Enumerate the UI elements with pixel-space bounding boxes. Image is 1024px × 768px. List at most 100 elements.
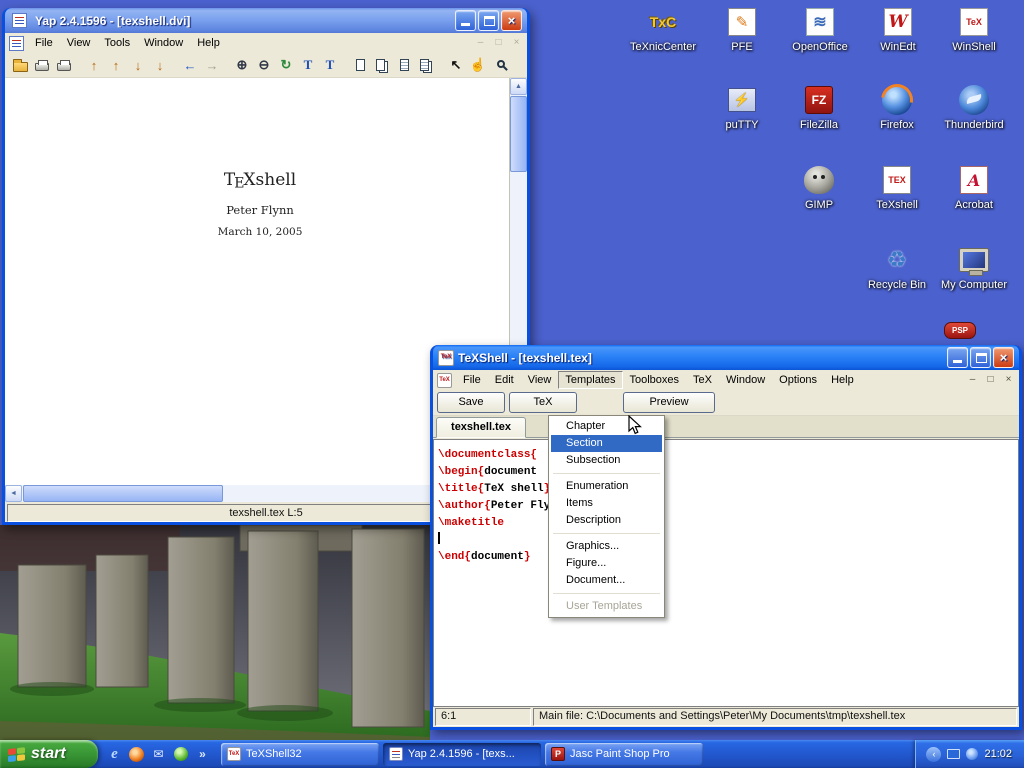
texshell-menu-view[interactable]: View [521,371,559,389]
start-button[interactable]: start [0,740,98,768]
menu-item-subsection[interactable]: Subsection [551,452,662,469]
tex-button[interactable]: TeX [509,392,577,413]
yap-mdi-close-button[interactable]: × [508,36,525,51]
yap-menu-help[interactable]: Help [190,34,227,52]
zoom-in-button[interactable]: ⊕ [231,55,253,76]
yap-titlebar[interactable]: Yap 2.4.1596 - [texshell.dvi] × [5,8,527,33]
texshell-menu-window[interactable]: Window [719,371,772,389]
scroll-left-button[interactable]: ◄ [5,485,22,502]
task-button-texshell[interactable]: TeXShell32 [221,743,379,766]
two-pages-button[interactable] [371,55,393,76]
desktop: TxC TeXnicCenter ✎ PFE ≋ OpenOffice W Wi… [0,0,1024,768]
menu-item-document[interactable]: Document... [551,572,662,589]
desktop-icon-winedt[interactable]: W WinEdt [859,6,937,53]
green-orb-icon[interactable] [172,746,189,763]
mail-icon[interactable]: ✉ [150,746,167,763]
menu-item-section[interactable]: Section [551,435,662,452]
tray-chevron-icon[interactable]: ‹ [926,747,941,762]
desktop-icon-my-computer[interactable]: My Computer [935,244,1013,291]
desktop-icon-pfe[interactable]: ✎ PFE [703,6,781,53]
texshell-menu-edit[interactable]: Edit [488,371,521,389]
winedt-glyph: W [888,12,907,32]
texshell-close-button[interactable]: × [993,347,1014,368]
open-button[interactable] [9,55,31,76]
menu-item-figure[interactable]: Figure... [551,555,662,572]
scroll-up-button[interactable]: ▲ [510,78,527,95]
network-tray-icon[interactable] [947,749,960,759]
find-text-button[interactable]: T [297,55,319,76]
texshell-menu-file[interactable]: File [456,371,488,389]
yap-mdi-minimize-button[interactable]: – [472,36,489,51]
texshell-menu-options[interactable]: Options [772,371,824,389]
single-page-button[interactable] [349,55,371,76]
desktop-icon-acrobat[interactable]: A Acrobat [935,164,1013,211]
yap-menu-window[interactable]: Window [137,34,190,52]
filezilla-glyph: FZ [812,93,827,107]
task-button-yap[interactable]: Yap 2.4.1596 - [texs... [383,743,541,766]
yap-minimize-button[interactable] [455,10,476,31]
texshell-menu-templates[interactable]: Templates [558,371,622,389]
menu-item-chapter[interactable]: Chapter [551,418,662,435]
last-page-button[interactable]: ↓ [149,55,171,76]
menu-item-enumeration[interactable]: Enumeration [551,478,662,495]
prev-page-button[interactable]: ↑ [105,55,127,76]
desktop-icon-winshell[interactable]: TeX WinShell [935,6,1013,53]
texshell-menu-toolboxes[interactable]: Toolboxes [623,371,687,389]
refresh-button[interactable]: ↻ [275,55,297,76]
desktop-icon-filezilla[interactable]: FZ FileZilla [780,84,858,131]
texshell-menu-tex[interactable]: TeX [686,371,719,389]
horizontal-scroll-thumb[interactable] [23,485,223,502]
preview-button[interactable]: Preview [623,392,715,413]
continuous-facing-button[interactable] [415,55,437,76]
yap-maximize-button[interactable] [478,10,499,31]
continuous-button[interactable] [393,55,415,76]
editor[interactable]: \documentclass{ \begin{document \title{T… [433,439,1019,707]
menu-item-items[interactable]: Items [551,495,662,512]
hand-tool-button[interactable]: ☝ [467,55,489,76]
tab-texshell-tex[interactable]: texshell.tex [436,417,526,438]
internet-explorer-icon[interactable]: e [106,746,123,763]
texshell-menu-help[interactable]: Help [824,371,861,389]
desktop-icon-gimp[interactable]: GIMP [780,164,858,211]
task-button-paint-shop-pro[interactable]: Jasc Paint Shop Pro [545,743,703,766]
texshell-titlebar[interactable]: TeXShell - [texshell.tex] × [433,345,1019,370]
desktop-icon-texshell[interactable]: TEX TeXshell [858,164,936,211]
texshell-mdi-close-button[interactable]: × [1000,373,1017,388]
vertical-scroll-thumb[interactable] [510,96,527,172]
menu-item-graphics[interactable]: Graphics... [551,538,662,555]
forward-button[interactable]: → [201,55,223,76]
texshell-minimize-button[interactable] [947,347,968,368]
first-page-button[interactable]: ↑ [83,55,105,76]
back-button[interactable]: ← [179,55,201,76]
magnifier-tool-button[interactable] [489,55,511,76]
desktop-icon-thunderbird[interactable]: Thunderbird [935,84,1013,131]
yap-menu-file[interactable]: File [28,34,60,52]
quick-launch-chevron[interactable]: » [194,746,211,763]
texshell-maximize-button[interactable] [970,347,991,368]
editor-line: \begin{document [438,464,1018,481]
yap-menu-tools[interactable]: Tools [97,34,137,52]
tray-icon[interactable] [966,748,978,760]
firefox-quicklaunch-icon[interactable] [128,746,145,763]
texshell-mdi-restore-button[interactable]: □ [982,373,999,388]
icon-label: TeXnicCenter [624,41,702,53]
yap-close-button[interactable]: × [501,10,522,31]
print-button[interactable] [31,55,53,76]
text-select-button[interactable]: T [319,55,341,76]
psp-task-icon [551,747,565,761]
select-tool-button[interactable]: ↖ [445,55,467,76]
desktop-icon-recycle-bin[interactable]: ♻ Recycle Bin [858,244,936,291]
next-page-button[interactable]: ↓ [127,55,149,76]
yap-mdi-restore-button[interactable]: □ [490,36,507,51]
print-setup-button[interactable] [53,55,75,76]
yap-menu-view[interactable]: View [60,34,98,52]
desktop-icon-psp[interactable]: PSP [940,322,980,339]
zoom-out-button[interactable]: ⊖ [253,55,275,76]
texshell-mdi-minimize-button[interactable]: – [964,373,981,388]
desktop-icon-openoffice[interactable]: ≋ OpenOffice [781,6,859,53]
menu-item-description[interactable]: Description [551,512,662,529]
desktop-icon-firefox[interactable]: Firefox [858,84,936,131]
desktop-icon-putty[interactable]: ⚡ puTTY [703,84,781,131]
save-button[interactable]: Save [437,392,505,413]
desktop-icon-texniccenter[interactable]: TxC TeXnicCenter [624,6,702,53]
